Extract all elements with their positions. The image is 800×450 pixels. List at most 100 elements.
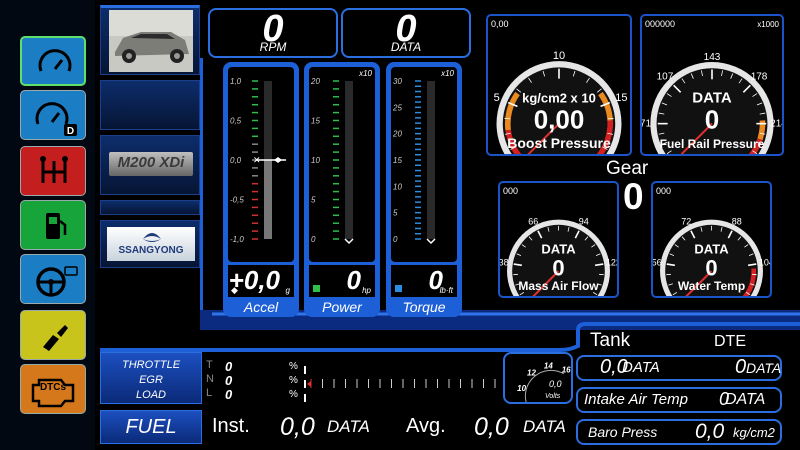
gauge-corner-value: 0,00: [491, 19, 509, 29]
power-series-swatch: [313, 285, 320, 292]
load-letter: L: [206, 387, 213, 399]
bar-tick-label: 20: [392, 130, 402, 139]
load-unit: %: [289, 389, 298, 400]
svg-text:D: D: [67, 126, 74, 137]
accel-readout: ◆ +0,0 g: [228, 265, 294, 297]
fuel-rail-dial: 3571107143178214250000000x1000DATA0Fuel …: [640, 19, 787, 177]
bar-fill: [264, 160, 272, 239]
car-photo-icon: [109, 10, 193, 72]
fuel-pump-icon: [46, 213, 67, 239]
tank-dte-box: 0,0 DATA 0 DATA: [576, 355, 782, 381]
accel-unit: g: [285, 286, 290, 295]
gauge-value: 0: [552, 255, 564, 280]
bar-tick-label: 0: [311, 235, 316, 244]
sidebar: D DTCs: [0, 0, 95, 450]
iat-unit: DATA: [725, 391, 766, 408]
blank-slot: [100, 80, 200, 130]
brand-logo: SSANGYONG: [100, 220, 200, 268]
baro-press-box: Baro Press 0,0 kg/cm2: [576, 419, 782, 445]
avg-label: Avg.: [406, 415, 446, 437]
accel-bar-graph: 1,0 0,5 0,0 -0,5 -1,0 ✕: [230, 77, 286, 244]
throttle-value: 0: [225, 359, 233, 374]
gauge-label: Boost Pressure: [507, 135, 611, 151]
bar-tick-label: 10: [311, 156, 320, 165]
sidebar-item-consumption[interactable]: [20, 310, 86, 360]
gauge-multiplier: x1000: [757, 20, 779, 29]
sidebar-item-driving[interactable]: [20, 254, 86, 304]
gauge-unit: kg/cm2 x 10: [522, 90, 596, 105]
bar-marker-icon: [344, 238, 354, 245]
data-label: DATA: [390, 40, 422, 54]
percent-bar-graph: [304, 366, 496, 402]
fuel-rail-pressure-gauge: 3571107143178214250000000x1000DATA0Fuel …: [640, 14, 787, 177]
gear-shift-icon: [40, 156, 68, 183]
torque-label: Torque: [402, 299, 446, 315]
tab-throttle: THROTTLE: [121, 359, 181, 371]
bar-tick-label: 10: [393, 182, 402, 191]
vehicle-photo: [100, 5, 200, 75]
data-box: 0 DATA: [341, 8, 471, 58]
gauge-tick: [504, 117, 510, 120]
bar-tick-label: 15: [311, 117, 320, 126]
bar-pointer-icon: [274, 157, 282, 163]
bar-tick-label: 1,0: [230, 77, 242, 86]
fuel-nozzle-icon: [43, 325, 68, 351]
gauge-tick-label: 94: [579, 217, 589, 227]
power-bar-area: 20 15 10 5 0 x10: [309, 67, 375, 262]
gauge-value: 0: [705, 105, 719, 135]
sidebar-item-dashboard[interactable]: [20, 36, 86, 86]
gauge-tick-label: 214: [770, 119, 782, 130]
avg-unit: DATA: [523, 417, 566, 436]
volts-tick-label: 10: [517, 384, 526, 393]
power-multiplier: x10: [359, 69, 372, 78]
bar-tick-label: -0,5: [230, 196, 244, 205]
intake-air-temp-box: Intake Air Temp 0 DATA: [576, 387, 782, 413]
model-badge-text: M200 XDi: [117, 154, 185, 171]
gauge-tick-label: 178: [751, 72, 768, 83]
mass-air-flow-gauge: 10386694122150000DATA0Mass Air Flow: [498, 181, 621, 315]
volts-dial: 8101214160,0Volts: [517, 362, 571, 412]
dte-label: DTE: [714, 333, 746, 350]
sidebar-item-drive[interactable]: D: [20, 90, 86, 140]
bar-tick-label: 30: [393, 77, 402, 86]
fuel-tab[interactable]: FUEL: [100, 410, 202, 444]
boost-dial: 051015200,00kg/cm2 x 100,00Boost Pressur…: [491, 19, 627, 177]
gauge-tick-label: 71: [642, 119, 651, 130]
tab-egr: EGR: [139, 374, 163, 386]
bar-cross-icon: ✕: [253, 156, 261, 166]
sidebar-item-transmission[interactable]: [20, 146, 86, 196]
gauge-tick-label: 143: [704, 52, 721, 63]
baro-unit: kg/cm2: [733, 425, 775, 440]
gauge-tick-label: 15: [615, 92, 627, 104]
sidebar-item-fuel[interactable]: [20, 200, 86, 250]
dte-unit: DATA: [746, 360, 782, 376]
torque-series-swatch: [395, 285, 402, 292]
accel-bar-area: 1,0 0,5 0,0 -0,5 -1,0 ✕: [228, 67, 294, 262]
volts-value: 0,0: [549, 379, 562, 389]
gauge-tick-label: 122: [606, 257, 617, 267]
bar-tick-label: 25: [392, 103, 402, 112]
maf-dial: 10386694122150000DATA0Mass Air Flow: [499, 186, 621, 315]
inst-unit: DATA: [327, 417, 370, 436]
bar-tick-label: 15: [393, 156, 402, 165]
throttle-egr-load-tab[interactable]: THROTTLE EGR LOAD: [100, 352, 202, 404]
bar-tick-label: -1,0: [230, 235, 244, 244]
gauge-tick-label: 72: [681, 217, 691, 227]
rpm-label: RPM: [259, 40, 287, 54]
steering-wheel-icon: [36, 266, 78, 297]
inst-label: Inst.: [212, 415, 250, 437]
sidebar-item-dtcs[interactable]: DTCs: [20, 364, 86, 414]
volts-tick-label: 16: [562, 366, 571, 375]
water-temp-dial: 40567288104120000DATA0Water Temp: [652, 186, 774, 315]
avg-value: 0,0: [474, 413, 509, 441]
bar-marker-icon: [426, 238, 436, 245]
brand-text: SSANGYONG: [118, 245, 184, 256]
throttle-bars: 0 0 0 T N L % % %: [206, 356, 507, 404]
gauge-value: 0,00: [534, 105, 585, 135]
gauge-tick-label: 88: [732, 217, 742, 227]
model-badge: M200 XDi: [100, 135, 200, 195]
bar-track: [427, 81, 435, 239]
iat-label: Intake Air Temp: [584, 391, 688, 408]
tank-label: Tank: [590, 330, 631, 351]
gauge-corner-value: 000: [503, 186, 518, 196]
